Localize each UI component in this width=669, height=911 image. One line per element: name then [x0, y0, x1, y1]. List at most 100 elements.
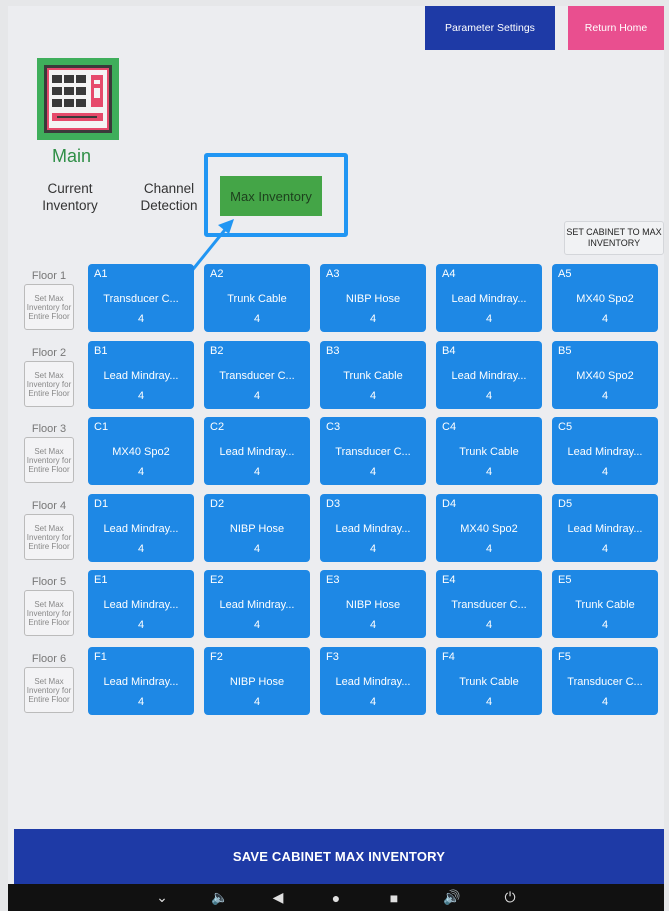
set-floor-max-button[interactable]: Set Max Inventory for Entire Floor — [24, 514, 74, 560]
cabinet-logo-icon[interactable] — [37, 58, 119, 140]
channel-item-name: Lead Mindray... — [567, 446, 643, 458]
channel-item-name: Trunk Cable — [459, 676, 519, 688]
channel-id: C2 — [210, 421, 225, 433]
channel-item-name: Lead Mindray... — [567, 523, 643, 535]
volume-down-icon[interactable]: 🔈 — [211, 889, 229, 906]
set-floor-max-button[interactable]: Set Max Inventory for Entire Floor — [24, 590, 74, 636]
floor-row-label: Floor 5 Set Max Inventory for Entire Floo… — [20, 576, 78, 636]
channel-item-name: Lead Mindray... — [219, 599, 295, 611]
channel-cell[interactable]: A4 Lead Mindray... 4 — [436, 264, 542, 332]
channel-id: C1 — [94, 421, 109, 433]
channel-cell[interactable]: E2 Lead Mindray... 4 — [204, 570, 310, 638]
channel-cell[interactable]: C3 Transducer C... 4 — [320, 417, 426, 485]
set-floor-max-button[interactable]: Set Max Inventory for Entire Floor — [24, 667, 74, 713]
channel-cell[interactable]: F5 Transducer C... 4 — [552, 647, 658, 715]
channel-cell[interactable]: F2 NIBP Hose 4 — [204, 647, 310, 715]
channel-cell[interactable]: F3 Lead Mindray... 4 — [320, 647, 426, 715]
channel-cell[interactable]: E4 Transducer C... 4 — [436, 570, 542, 638]
channel-item-name: Trunk Cable — [227, 293, 287, 305]
channel-quantity: 4 — [601, 696, 609, 708]
channel-quantity: 4 — [137, 696, 145, 708]
channel-item-name: MX40 Spo2 — [576, 370, 634, 382]
channel-item-name: Trunk Cable — [343, 370, 403, 382]
channel-cell[interactable]: F4 Trunk Cable 4 — [436, 647, 542, 715]
channel-id: E2 — [210, 574, 224, 586]
channel-id: B4 — [442, 345, 456, 357]
tab-max-inventory[interactable]: Max Inventory — [220, 176, 322, 216]
channel-cell[interactable]: C2 Lead Mindray... 4 — [204, 417, 310, 485]
floor-row-label: Floor 3 Set Max Inventory for Entire Floo… — [20, 423, 78, 483]
channel-quantity: 4 — [253, 543, 261, 555]
chevron-down-icon[interactable]: ⌄ — [153, 889, 171, 906]
channel-item-name: Transducer C... — [335, 446, 411, 458]
set-floor-max-button[interactable]: Set Max Inventory for Entire Floor — [24, 284, 74, 330]
channel-quantity: 4 — [137, 313, 145, 325]
channel-cell[interactable]: F1 Lead Mindray... 4 — [88, 647, 194, 715]
floor-name: Floor 3 — [31, 423, 67, 435]
tab-current-inventory[interactable]: Current Inventory — [30, 180, 110, 214]
channel-item-name: Lead Mindray... — [451, 293, 527, 305]
channel-cell[interactable]: C1 MX40 Spo2 4 — [88, 417, 194, 485]
channel-cell[interactable]: C5 Lead Mindray... 4 — [552, 417, 658, 485]
channel-cell[interactable]: B4 Lead Mindray... 4 — [436, 341, 542, 409]
channel-cell[interactable]: D2 NIBP Hose 4 — [204, 494, 310, 562]
power-icon[interactable]: ⏻ — [501, 889, 519, 906]
logo-label: Main — [52, 146, 92, 166]
channel-cell[interactable]: A1 Transducer C... 4 — [88, 264, 194, 332]
channel-cell[interactable]: A5 MX40 Spo2 4 — [552, 264, 658, 332]
volume-up-icon[interactable]: 🔊 — [443, 889, 461, 906]
channel-id: A2 — [210, 268, 224, 280]
channel-item-name: Transducer C... — [219, 370, 295, 382]
back-icon[interactable]: ◀ — [269, 889, 287, 906]
channel-id: B2 — [210, 345, 224, 357]
floor-name: Floor 5 — [31, 576, 67, 588]
floor-name: Floor 4 — [31, 500, 67, 512]
set-floor-max-button[interactable]: Set Max Inventory for Entire Floor — [24, 361, 74, 407]
channel-cell[interactable]: D3 Lead Mindray... 4 — [320, 494, 426, 562]
channel-cell[interactable]: E1 Lead Mindray... 4 — [88, 570, 194, 638]
return-home-button[interactable]: Return Home — [568, 6, 664, 50]
channel-cell[interactable]: D5 Lead Mindray... 4 — [552, 494, 658, 562]
channel-item-name: Lead Mindray... — [451, 370, 527, 382]
channel-cell[interactable]: B1 Lead Mindray... 4 — [88, 341, 194, 409]
set-floor-max-button[interactable]: Set Max Inventory for Entire Floor — [24, 437, 74, 483]
channel-quantity: 4 — [369, 390, 377, 402]
channel-cell[interactable]: E5 Trunk Cable 4 — [552, 570, 658, 638]
channel-id: E3 — [326, 574, 340, 586]
channel-item-name: Lead Mindray... — [335, 676, 411, 688]
floor-row-label: Floor 1 Set Max Inventory for Entire Floo… — [20, 270, 78, 330]
channel-quantity: 4 — [253, 390, 261, 402]
channel-cell[interactable]: B5 MX40 Spo2 4 — [552, 341, 658, 409]
channel-cell[interactable]: B2 Transducer C... 4 — [204, 341, 310, 409]
channel-quantity: 4 — [601, 466, 609, 478]
channel-cell[interactable]: B3 Trunk Cable 4 — [320, 341, 426, 409]
channel-id: A5 — [558, 268, 572, 280]
channel-id: C4 — [442, 421, 457, 433]
home-icon[interactable]: ● — [327, 890, 345, 906]
channel-id: D4 — [442, 498, 457, 510]
channel-cell[interactable]: A2 Trunk Cable 4 — [204, 264, 310, 332]
channel-quantity: 4 — [137, 619, 145, 631]
save-cabinet-max-inventory-button[interactable]: SAVE CABINET MAX INVENTORY — [14, 829, 664, 884]
floor-name: Floor 2 — [31, 347, 67, 359]
floor-name: Floor 6 — [31, 653, 67, 665]
set-cabinet-max-button[interactable]: SET CABINET TO MAX INVENTORY — [564, 221, 664, 255]
channel-quantity: 4 — [253, 466, 261, 478]
channel-id: E4 — [442, 574, 456, 586]
channel-cell[interactable]: A3 NIBP Hose 4 — [320, 264, 426, 332]
channel-item-name: MX40 Spo2 — [576, 293, 634, 305]
channel-item-name: Lead Mindray... — [103, 599, 179, 611]
channel-id: B1 — [94, 345, 108, 357]
channel-quantity: 4 — [369, 543, 377, 555]
channel-quantity: 4 — [601, 390, 609, 402]
tab-channel-detection[interactable]: Channel Detection — [126, 180, 212, 214]
recents-icon[interactable]: ■ — [385, 890, 403, 906]
channel-cell[interactable]: D1 Lead Mindray... 4 — [88, 494, 194, 562]
channel-item-name: Lead Mindray... — [103, 370, 179, 382]
channel-item-name: MX40 Spo2 — [112, 446, 170, 458]
channel-cell[interactable]: D4 MX40 Spo2 4 — [436, 494, 542, 562]
parameter-settings-button[interactable]: Parameter Settings — [425, 6, 555, 50]
channel-cell[interactable]: C4 Trunk Cable 4 — [436, 417, 542, 485]
channel-id: F4 — [442, 651, 455, 663]
channel-cell[interactable]: E3 NIBP Hose 4 — [320, 570, 426, 638]
